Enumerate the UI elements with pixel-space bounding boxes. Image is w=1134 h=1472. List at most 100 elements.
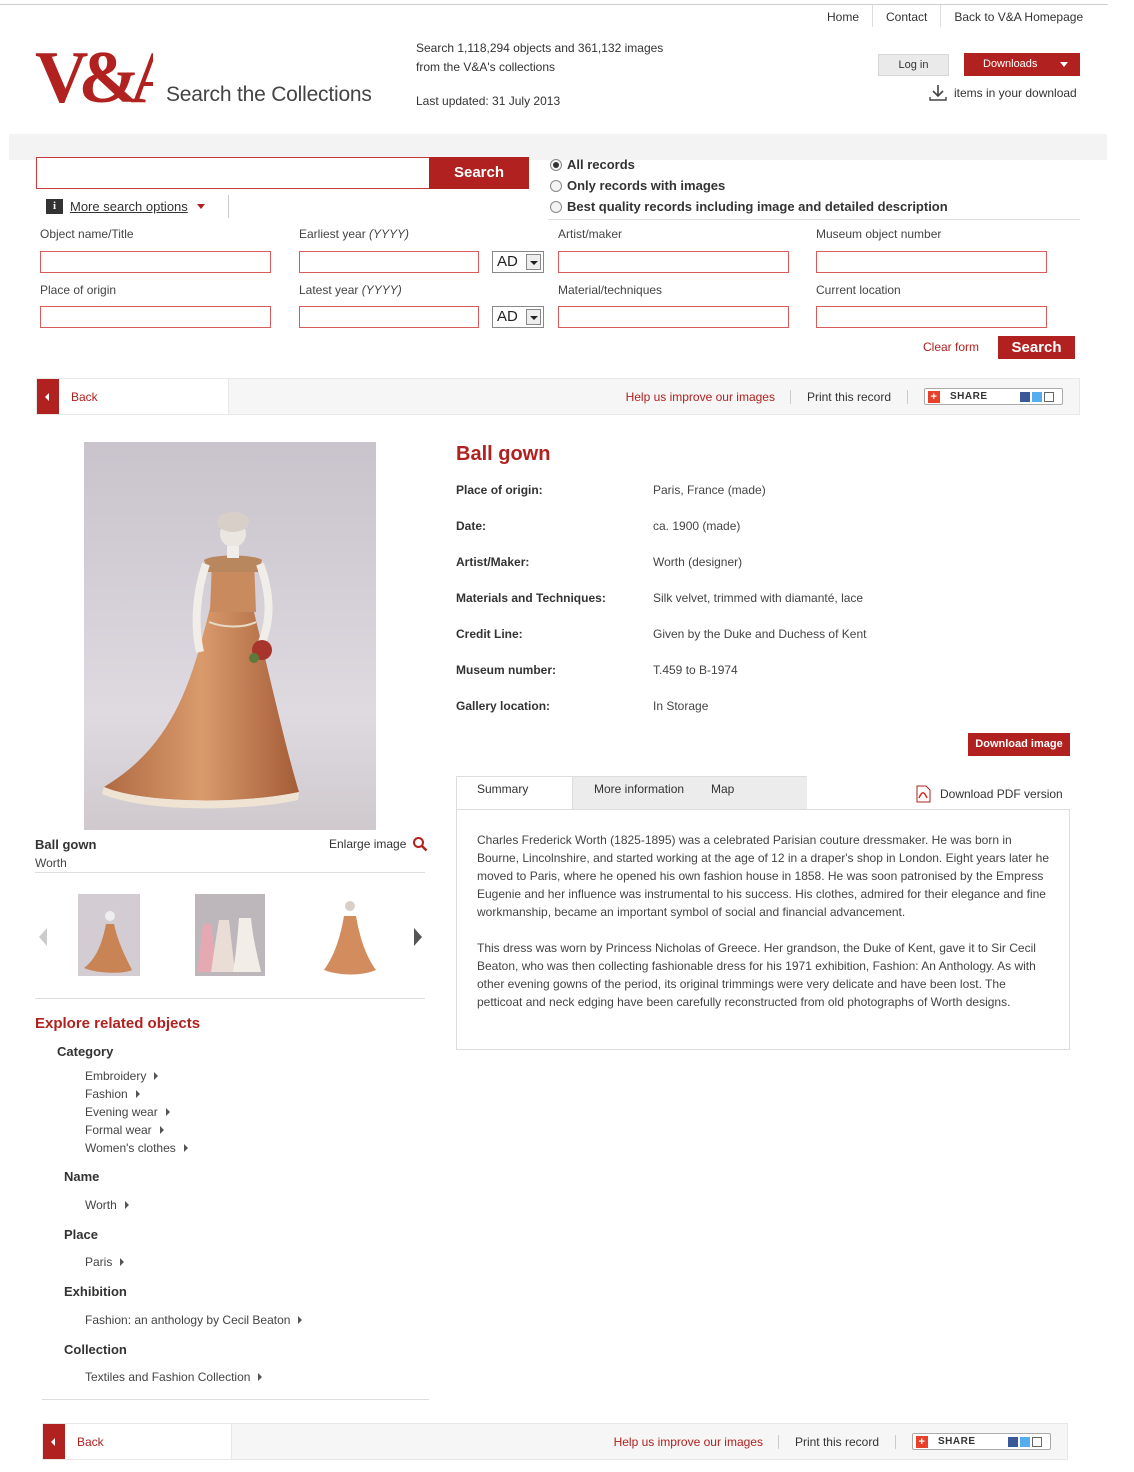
back-button[interactable]: Back (43, 1424, 232, 1459)
pdf-icon (916, 785, 931, 803)
download-image-button[interactable]: Download image (968, 733, 1070, 756)
back-arrow-icon (43, 1424, 65, 1459)
email-icon (1044, 391, 1054, 402)
related-link-label: Fashion: an anthology by Cecil Beaton (85, 1313, 291, 1327)
material-field[interactable] (558, 306, 789, 328)
back-arrow-icon (37, 379, 59, 414)
radio-button[interactable] (550, 179, 562, 192)
chevron-right-icon (135, 1090, 140, 1098)
tab-summary[interactable]: Summary (456, 776, 573, 810)
latest-era-select[interactable]: AD (492, 306, 544, 328)
related-link[interactable]: Fashion: an anthology by Cecil Beaton (85, 1313, 303, 1327)
thumbnail-2[interactable] (195, 894, 265, 976)
artist-field[interactable] (558, 251, 789, 273)
chevron-down-icon (196, 204, 205, 209)
radio-all-records[interactable]: All records (550, 154, 948, 175)
facebook-icon (1020, 391, 1030, 402)
place-label: Place of origin (40, 283, 117, 297)
latest-year-text: Latest year (299, 283, 359, 297)
radio-button[interactable] (550, 200, 562, 213)
location-label: Current location (816, 283, 901, 297)
clear-form-link[interactable]: Clear form (923, 340, 979, 354)
year-hint: (YYYY) (369, 227, 410, 241)
earliest-year-field[interactable] (299, 251, 479, 273)
help-improve-link[interactable]: Help us improve our images (614, 1434, 779, 1449)
search-input[interactable] (36, 157, 430, 189)
summary-paragraph: This dress was worn by Princess Nicholas… (477, 941, 1036, 1009)
download-items-link[interactable]: items in your download (928, 84, 1077, 102)
object-name-field[interactable] (40, 251, 271, 273)
related-link[interactable]: Embroidery (85, 1069, 159, 1083)
related-link[interactable]: Textiles and Fashion Collection (85, 1370, 263, 1384)
more-options-link[interactable]: More search options (70, 199, 188, 214)
museum-number-label: Museum object number (816, 227, 942, 241)
location-field[interactable] (816, 306, 1047, 328)
more-search-options[interactable]: i More search options (36, 195, 229, 218)
share-button[interactable]: + SHARE (912, 1433, 1051, 1450)
login-button[interactable]: Log in (878, 54, 949, 76)
caption-divider (35, 872, 425, 873)
downloads-button[interactable]: Downloads (964, 53, 1080, 76)
social-icons (1008, 1436, 1042, 1447)
nav-contact-link[interactable]: Contact (872, 5, 940, 27)
advanced-search-button[interactable]: Search (998, 336, 1075, 359)
download-pdf-link[interactable]: Download PDF version (914, 785, 1063, 803)
related-link[interactable]: Formal wear (85, 1123, 164, 1137)
radio-best-quality[interactable]: Best quality records including image and… (550, 196, 948, 217)
record-actions: Help us improve our images Print this re… (626, 388, 1079, 405)
detail-value: ca. 1900 (made) (653, 519, 741, 533)
carousel-prev-icon[interactable] (39, 928, 47, 946)
detail-key: Place of origin: (456, 483, 543, 497)
search-button[interactable]: Search (429, 157, 529, 189)
pdf-label: Download PDF version (940, 787, 1063, 801)
detail-value: Given by the Duke and Duchess of Kent (653, 627, 867, 641)
earliest-year-text: Earliest year (299, 227, 366, 241)
thumbnail-3[interactable] (322, 894, 378, 976)
chevron-right-icon (165, 1108, 170, 1116)
enlarge-image-link[interactable]: Enlarge image (329, 836, 428, 852)
exhibition-heading: Exhibition (64, 1284, 127, 1299)
chevron-right-icon (298, 1316, 303, 1324)
latest-year-field[interactable] (299, 306, 479, 328)
era-value: AD (497, 253, 518, 270)
va-logo[interactable]: V&A (35, 34, 153, 108)
facebook-icon (1008, 1436, 1018, 1447)
nav-back-va-link[interactable]: Back to V&A Homepage (940, 5, 1096, 27)
nav-home-link[interactable]: Home (814, 5, 872, 27)
material-label: Material/techniques (558, 283, 663, 297)
object-image[interactable] (84, 442, 376, 830)
carousel-next-icon[interactable] (414, 928, 422, 946)
related-link-label: Paris (85, 1255, 113, 1269)
back-button[interactable]: Back (37, 379, 229, 414)
tab-map[interactable]: Map (691, 776, 807, 810)
museum-number-field[interactable] (816, 251, 1047, 273)
related-link-label: Evening wear (85, 1105, 158, 1119)
year-hint: (YYYY) (361, 283, 402, 297)
related-link[interactable]: Paris (85, 1255, 125, 1269)
related-link[interactable]: Evening wear (85, 1105, 170, 1119)
print-record-link[interactable]: Print this record (779, 1434, 896, 1449)
place-field[interactable] (40, 306, 271, 328)
detail-value: T.459 to B-1974 (653, 663, 738, 677)
share-button[interactable]: + SHARE (924, 388, 1063, 405)
detail-key: Materials and Techniques: (456, 591, 606, 605)
detail-key: Credit Line: (456, 627, 523, 641)
magnifier-icon (413, 837, 428, 852)
plus-icon: + (928, 390, 940, 403)
related-link[interactable]: Worth (85, 1198, 129, 1212)
print-record-link[interactable]: Print this record (791, 389, 908, 404)
related-link[interactable]: Women's clothes (85, 1141, 188, 1155)
tab-more-information[interactable]: More information (573, 776, 691, 810)
download-icon (929, 85, 947, 101)
earliest-era-select[interactable]: AD (492, 251, 544, 273)
chevron-right-icon (159, 1126, 164, 1134)
name-heading: Name (64, 1169, 100, 1184)
related-link[interactable]: Fashion (85, 1087, 140, 1101)
radio-button[interactable] (550, 158, 562, 171)
help-improve-link[interactable]: Help us improve our images (626, 389, 791, 404)
chevron-right-icon (124, 1201, 129, 1209)
stats-line-2: from the V&A's collections (416, 60, 556, 74)
radio-with-images[interactable]: Only records with images (550, 175, 948, 196)
detail-key: Gallery location: (456, 699, 551, 713)
thumbnail-1[interactable] (78, 894, 140, 976)
